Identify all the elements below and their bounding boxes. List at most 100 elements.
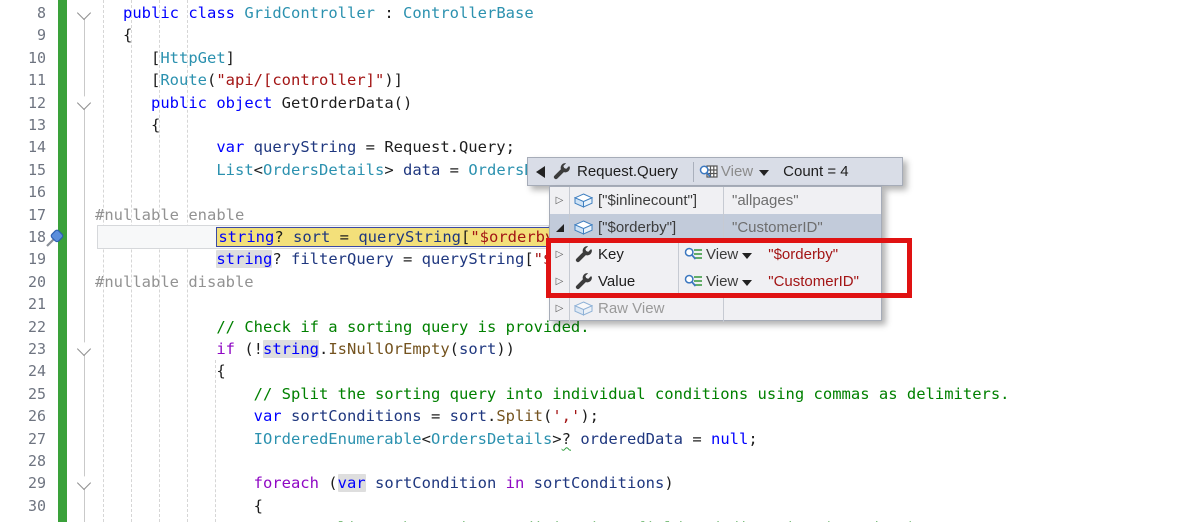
datatip-row-rawview[interactable]: ▷ Raw View: [550, 295, 881, 322]
expand-arrow-icon[interactable]: ▷: [550, 187, 570, 214]
code-token: sort: [450, 407, 487, 425]
code-token: {: [95, 26, 132, 44]
code-token: =: [422, 407, 450, 425]
code-token: filterQuery: [291, 250, 394, 268]
code-token: object: [216, 94, 272, 112]
datatip-header[interactable]: Request.Query View Count = 4: [527, 157, 903, 186]
datatip-collapse-icon[interactable]: [536, 166, 545, 178]
code-token: HttpGet: [160, 49, 225, 67]
line-number: 16: [0, 181, 46, 204]
code-token: sort: [459, 340, 496, 358]
code-token: );: [580, 407, 599, 425]
code-token: in: [506, 474, 525, 492]
collapse-chevron-icon[interactable]: [77, 342, 91, 356]
code-token: {: [95, 116, 160, 134]
line-number: 22: [0, 316, 46, 339]
code-line-17: #nullable enable: [95, 204, 244, 227]
code-line-20: #nullable disable: [95, 271, 254, 294]
collapse-arrow-icon[interactable]: [550, 214, 570, 241]
code-line-25: // Split the sorting query into individu…: [95, 383, 1010, 406]
code-line-27: IOrderedEnumerable<OrdersDetails>? order…: [95, 428, 758, 451]
code-token: [95, 94, 151, 112]
code-token: List: [216, 161, 253, 179]
code-token: >: [384, 161, 403, 179]
code-token: [95, 430, 254, 448]
code-token: public: [151, 94, 207, 112]
code-token: >: [552, 430, 561, 448]
code-token: =: [330, 228, 358, 246]
change-tracking-bar: [58, 0, 67, 522]
code-token: [: [95, 49, 160, 67]
datatip-row-orderby[interactable]: ["$orderby"]"CustomerID": [550, 214, 881, 241]
line-number: 25: [0, 383, 46, 406]
code-token: Split: [496, 407, 543, 425]
code-token: foreach: [254, 474, 319, 492]
line-number: 18: [0, 226, 46, 249]
line-number: 8: [0, 2, 46, 25]
code-line-26: var sortConditions = sort.Split(',');: [95, 405, 599, 428]
code-token: (: [543, 407, 552, 425]
code-token: [179, 4, 188, 22]
row-name: Raw View: [598, 300, 664, 317]
datatip-expression: Request.Query: [577, 163, 678, 180]
code-token: (!: [235, 340, 263, 358]
code-line-11: [Route("api/[controller]")]: [95, 69, 403, 92]
code-token: ?: [272, 250, 291, 268]
code-token: <: [422, 430, 431, 448]
line-number: 19: [0, 248, 46, 271]
code-token: [366, 474, 375, 492]
pushpin-icon[interactable]: [44, 227, 65, 253]
code-line-29: foreach (var sortCondition in sortCondit…: [95, 472, 674, 495]
collapse-chevron-icon[interactable]: [77, 96, 91, 110]
code-token: = Request.Query;: [356, 138, 515, 156]
code-token: :: [375, 4, 403, 22]
code-token: var: [254, 407, 282, 425]
code-token: ): [664, 474, 673, 492]
code-line-23: if (!string.IsNullOrEmpty(sort)): [95, 338, 515, 361]
code-token: OrdersDetails: [431, 430, 552, 448]
code-token: OrdersDetails: [263, 161, 384, 179]
line-number: 28: [0, 450, 46, 473]
code-token: GridController: [244, 4, 375, 22]
code-line-13: {: [95, 114, 160, 137]
datatip-row-inlinecount[interactable]: ▷ ["$inlinecount"] "allpages": [550, 187, 881, 214]
line-number: 15: [0, 159, 46, 182]
row-value: "allpages": [724, 192, 799, 209]
current-statement-highlight: string? sort = queryString["$orderby"];: [216, 227, 584, 247]
code-token: (: [207, 71, 216, 89]
code-token: [: [461, 228, 470, 246]
code-token: queryString: [254, 138, 357, 156]
code-token: Route: [160, 71, 207, 89]
code-line-12: public object GetOrderData(): [95, 92, 412, 115]
code-token: [95, 385, 254, 403]
line-number: 11: [0, 69, 46, 92]
view-button-label[interactable]: View: [721, 163, 753, 180]
row-name: ["$inlinecount"]: [598, 192, 697, 209]
code-token: "api/[controller]": [216, 71, 384, 89]
collapse-chevron-icon[interactable]: [77, 6, 91, 20]
annotation-highlight-box: [546, 238, 912, 298]
code-token: data: [403, 161, 440, 179]
code-token: [95, 4, 123, 22]
code-token: [95, 138, 216, 156]
code-token: [: [524, 250, 533, 268]
code-line-14: var queryString = Request.Query;: [95, 136, 515, 159]
code-token: ]: [226, 49, 235, 67]
chevron-down-icon[interactable]: [759, 170, 769, 176]
expand-arrow-icon[interactable]: ▷: [550, 295, 570, 322]
line-number: 17: [0, 204, 46, 227]
collapse-chevron-icon[interactable]: [77, 476, 91, 490]
row-name: ["$orderby"]: [598, 219, 676, 236]
code-token: ?: [274, 228, 293, 246]
code-line-8: public class GridController : Controller…: [95, 2, 534, 25]
line-number: 14: [0, 136, 46, 159]
line-number: 20: [0, 271, 46, 294]
cube-icon: [570, 301, 596, 316]
line-number: 12: [0, 92, 46, 115]
code-token: [95, 318, 216, 336]
code-token: [524, 474, 533, 492]
code-token: ;: [748, 430, 757, 448]
code-line-18: string? sort = queryString["$orderby"];: [95, 226, 584, 249]
line-number: 23: [0, 338, 46, 361]
code-token: orderedData: [580, 430, 683, 448]
